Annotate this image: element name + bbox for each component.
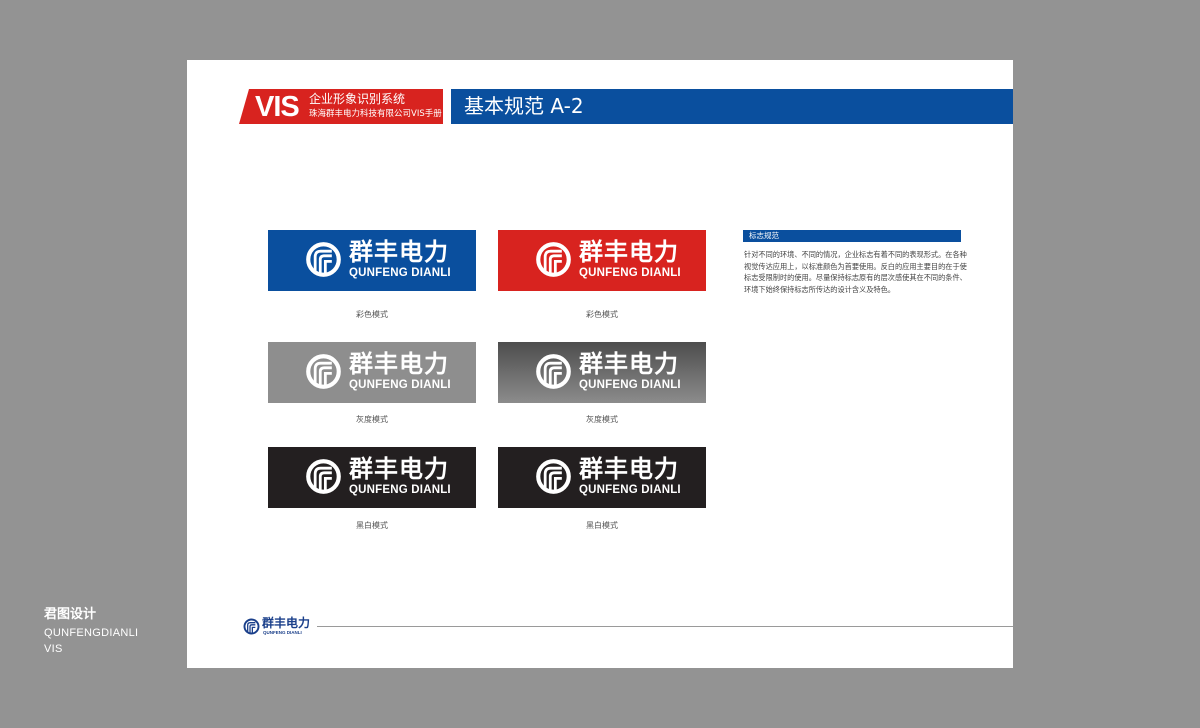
logo-cn-text: 群丰电力 (579, 350, 679, 378)
page-title: 基本规范 A-2 (464, 94, 584, 118)
logo-cn-text: 群丰电力 (349, 238, 449, 266)
logo-en-text: QUNFENG DIANLI (579, 379, 681, 391)
vis-label: VIS (255, 91, 300, 123)
manual-page: VIS 企业形象识别系统 珠海群丰电力科技有限公司VIS手册 基本规范 A-2 … (187, 60, 1013, 668)
qunfeng-logo-mark-icon (305, 241, 342, 278)
qunfeng-logo-mark-icon (535, 353, 572, 390)
vis-system-title: 企业形象识别系统 (309, 92, 406, 106)
logo-en-text: QUNFENG DIANLI (349, 484, 451, 496)
footer-logo-en: QUNFENG DIANLI (263, 630, 302, 635)
card-caption: 彩色模式 (586, 310, 618, 319)
logo-card-color-blue: 群丰电力 QUNFENG DIANLI (268, 230, 476, 291)
logo-card-grayscale-light: 群丰电力 QUNFENG DIANLI (268, 342, 476, 403)
qunfeng-logo-mark-icon (305, 458, 342, 495)
studio-project: QUNFENGDIANLI (44, 627, 139, 639)
logo-en-text: QUNFENG DIANLI (349, 379, 451, 391)
logo-card-black-white: 群丰电力 QUNFENG DIANLI (498, 447, 706, 508)
card-caption: 黑白模式 (586, 521, 618, 530)
spec-description: 针对不同的环境、不同的情况，企业标志有着不同的表现形式。在各种视觉传达应用上，以… (744, 250, 967, 295)
card-caption: 彩色模式 (356, 310, 388, 319)
logo-cn-text: 群丰电力 (349, 350, 449, 378)
logo-en-text: QUNFENG DIANLI (579, 267, 681, 279)
vis-header-tab: VIS 企业形象识别系统 珠海群丰电力科技有限公司VIS手册 (239, 89, 443, 124)
logo-cn-text: 群丰电力 (579, 238, 679, 266)
logo-en-text: QUNFENG DIANLI (579, 484, 681, 496)
logo-en-text: QUNFENG DIANLI (349, 267, 451, 279)
studio-name: 君图设计 (44, 607, 97, 622)
footer-divider (317, 626, 1013, 627)
footer-logo: 群丰电力 QUNFENG DIANLI (243, 616, 313, 638)
qunfeng-logo-mark-icon (305, 353, 342, 390)
qunfeng-logo-mark-icon (535, 241, 572, 278)
logo-card-color-red: 群丰电力 QUNFENG DIANLI (498, 230, 706, 291)
logo-cn-text: 群丰电力 (579, 455, 679, 483)
spec-section-tag: 标志规范 (743, 230, 961, 242)
studio-type: VIS (44, 643, 63, 655)
footer-logo-cn: 群丰电力 (262, 616, 311, 630)
card-caption: 黑白模式 (356, 521, 388, 530)
qunfeng-logo-mark-icon (243, 618, 260, 635)
qunfeng-logo-mark-icon (535, 458, 572, 495)
card-caption: 灰度模式 (586, 415, 618, 424)
vis-company-subtitle: 珠海群丰电力科技有限公司VIS手册 (309, 109, 442, 119)
logo-card-black-white: 群丰电力 QUNFENG DIANLI (268, 447, 476, 508)
page-title-bar: 基本规范 A-2 (451, 89, 1013, 124)
logo-cn-text: 群丰电力 (349, 455, 449, 483)
logo-card-grayscale-gradient: 群丰电力 QUNFENG DIANLI (498, 342, 706, 403)
card-caption: 灰度模式 (356, 415, 388, 424)
